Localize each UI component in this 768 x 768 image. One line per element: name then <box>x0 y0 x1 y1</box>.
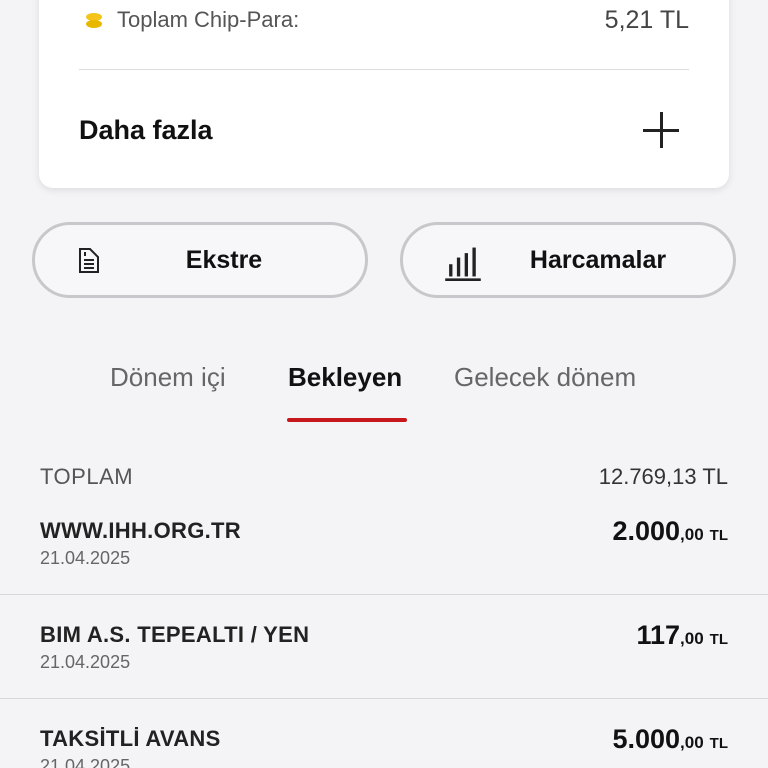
total-label: TOPLAM <box>40 464 134 489</box>
amount-currency: TL <box>709 527 728 544</box>
amount-integer: 5.000 <box>612 724 681 754</box>
harcamalar-label: Harcamalar <box>529 245 667 274</box>
active-tab-indicator <box>287 418 407 422</box>
row-divider <box>0 594 768 595</box>
coins-icon <box>85 11 103 29</box>
transaction-name: BIM A.S. TEPEALTI / YEN <box>40 622 310 647</box>
amount-integer: 2.000 <box>612 516 681 546</box>
transaction-name: TAKSİTLİ AVANS <box>40 726 221 751</box>
amount-currency: TL <box>709 735 728 752</box>
ekstre-button[interactable]: Ekstre <box>32 222 368 298</box>
more-toggle[interactable]: Daha fazla <box>79 108 679 152</box>
transaction-date: 21.04.2025 <box>40 652 131 672</box>
transaction-row[interactable]: WWW.IHH.ORG.TR 21.04.2025 2.000,00 TL <box>0 512 768 596</box>
chip-para-row: Toplam Chip-Para: 5,21 TL <box>85 2 689 38</box>
transaction-row[interactable]: BIM A.S. TEPEALTI / YEN 21.04.2025 117,0… <box>0 616 768 700</box>
transaction-row[interactable]: TAKSİTLİ AVANS 21.04.2025 5.000,00 TL <box>0 720 768 768</box>
transaction-amount: 2.000,00 TL <box>612 516 728 547</box>
transaction-name: WWW.IHH.ORG.TR <box>40 518 241 543</box>
card-divider <box>79 69 689 70</box>
amount-decimal: ,00 <box>680 525 704 544</box>
summary-card: Toplam Chip-Para: 5,21 TL Daha fazla <box>39 0 729 188</box>
period-tabs: Dönem içi Bekleyen Gelecek dönem <box>0 356 768 426</box>
tab-gelecek-donem[interactable]: Gelecek dönem <box>454 362 636 393</box>
transaction-amount: 117,00 TL <box>636 620 728 651</box>
more-label: Daha fazla <box>79 114 213 145</box>
harcamalar-button[interactable]: Harcamalar <box>400 222 736 298</box>
tab-bekleyen[interactable]: Bekleyen <box>288 362 402 393</box>
total-row: TOPLAM 12.769,13 TL <box>40 462 728 492</box>
transaction-amount: 5.000,00 TL <box>612 724 728 755</box>
amount-integer: 117 <box>636 620 681 650</box>
tab-donem-ici[interactable]: Dönem içi <box>110 362 226 393</box>
total-value: 12.769,13 TL <box>598 464 728 489</box>
amount-currency: TL <box>709 631 728 648</box>
ekstre-label: Ekstre <box>185 245 263 274</box>
amount-decimal: ,00 <box>680 733 704 752</box>
amount-decimal: ,00 <box>680 629 704 648</box>
chip-para-label: Toplam Chip-Para: <box>117 7 300 32</box>
transaction-date: 21.04.2025 <box>40 756 131 768</box>
plus-icon[interactable] <box>643 112 679 148</box>
chip-para-value: 5,21 TL <box>604 5 689 34</box>
row-divider <box>0 698 768 699</box>
transaction-date: 21.04.2025 <box>40 548 131 568</box>
